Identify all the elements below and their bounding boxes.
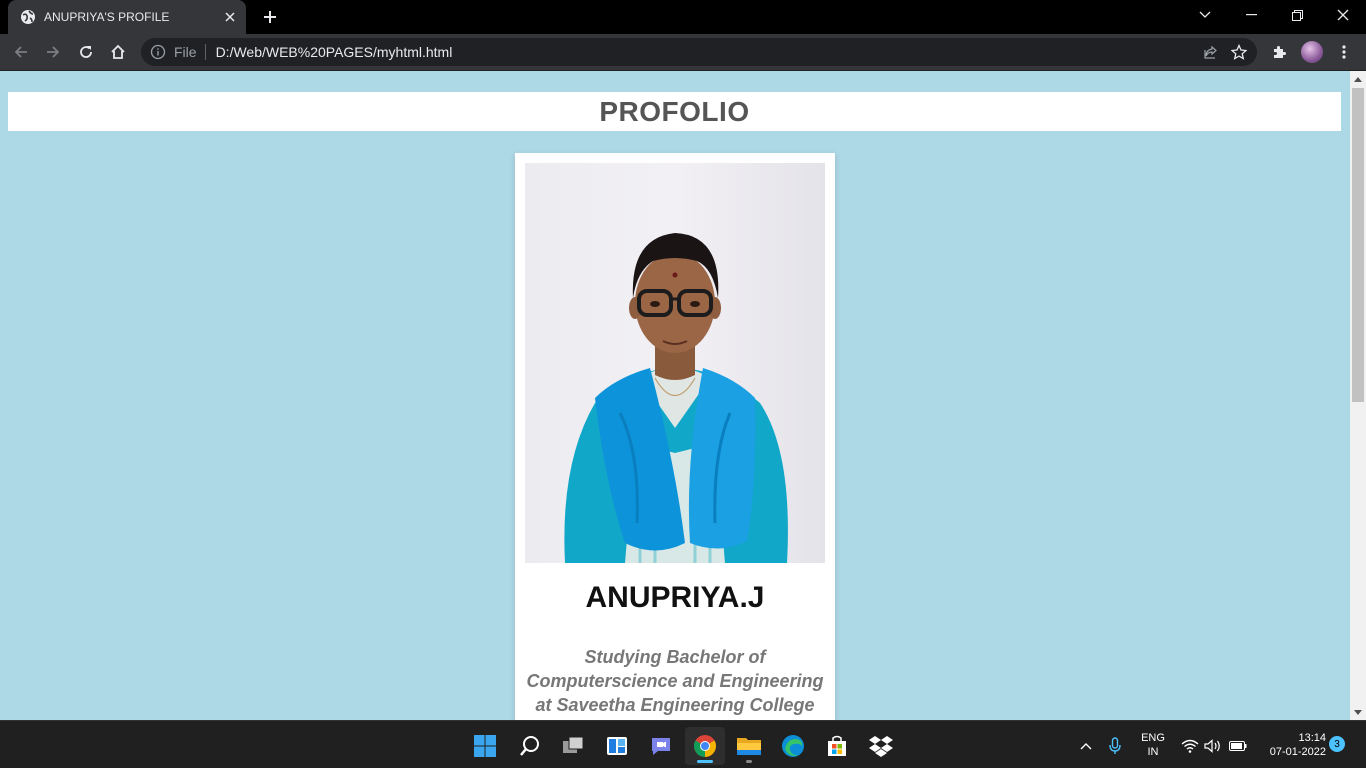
profile-desc-line: at Saveetha Engineering College	[535, 695, 815, 715]
vertical-scrollbar[interactable]	[1350, 71, 1366, 720]
extensions-icon[interactable]	[1265, 38, 1293, 66]
chevron-up-icon[interactable]	[1072, 727, 1100, 765]
profile-desc-line: Studying Bachelor of	[584, 647, 766, 667]
tab-search-icon[interactable]	[1182, 0, 1228, 30]
profile-description: Studying Bachelor of Computerscience and…	[525, 645, 825, 717]
restore-icon[interactable]	[1274, 0, 1320, 30]
chrome-icon[interactable]	[685, 727, 725, 765]
start-icon[interactable]	[465, 727, 505, 765]
region-code: IN	[1147, 746, 1159, 758]
edge-icon[interactable]	[773, 727, 813, 765]
notification-badge[interactable]: 3	[1329, 736, 1345, 752]
back-icon[interactable]	[7, 38, 35, 66]
omnibox-divider	[204, 44, 206, 60]
clock-time: 13:14	[1298, 732, 1326, 744]
browser-toolbar: File D:/Web/WEB%20PAGES/myhtml.html	[0, 34, 1366, 71]
scroll-up-arrow-icon[interactable]	[1350, 71, 1366, 87]
header-banner: PROFOLIO	[8, 92, 1341, 131]
profile-name: ANUPRIYA.J	[585, 581, 765, 614]
battery-icon[interactable]	[1224, 727, 1252, 765]
address-bar[interactable]: File D:/Web/WEB%20PAGES/myhtml.html	[141, 38, 1257, 66]
url-text[interactable]: D:/Web/WEB%20PAGES/myhtml.html	[216, 44, 1197, 60]
scroll-down-arrow-icon[interactable]	[1350, 704, 1366, 720]
profile-card: ANUPRIYA.J Studying Bachelor of Computer…	[515, 153, 835, 720]
page-title: PROFOLIO	[599, 95, 750, 127]
page-viewport: PROFOLIO ANUPRIYA.J Studying Bachelor of…	[0, 71, 1350, 720]
teams-chat-icon[interactable]	[641, 727, 681, 765]
running-app-indicator	[746, 760, 752, 763]
globe-icon	[21, 10, 35, 24]
share-icon[interactable]	[1197, 38, 1225, 66]
profile-photo	[525, 163, 825, 563]
home-icon[interactable]	[104, 38, 132, 66]
minimize-icon[interactable]	[1228, 0, 1274, 30]
windows-taskbar: ENG IN 13:14 07-01-2022	[0, 720, 1366, 768]
language-indicator[interactable]: ENG IN	[1137, 731, 1169, 759]
volume-icon[interactable]	[1199, 727, 1227, 765]
menu-kebab-icon[interactable]	[1330, 38, 1358, 66]
widgets-icon[interactable]	[597, 727, 637, 765]
forward-icon[interactable]	[39, 38, 67, 66]
file-explorer-icon[interactable]	[729, 727, 769, 765]
profile-desc-line: Computerscience and Engineering	[526, 671, 824, 691]
task-view-icon[interactable]	[553, 727, 593, 765]
microphone-icon[interactable]	[1101, 727, 1129, 765]
scrollbar-thumb[interactable]	[1352, 88, 1364, 402]
clock[interactable]: 13:14 07-01-2022	[1258, 731, 1326, 759]
microsoft-store-icon[interactable]	[817, 727, 857, 765]
tab-strip: ANUPRIYA'S PROFILE	[0, 0, 1366, 34]
dropbox-icon[interactable]	[861, 727, 901, 765]
search-icon[interactable]	[510, 727, 550, 765]
info-icon[interactable]	[150, 44, 166, 60]
close-window-icon[interactable]	[1320, 0, 1366, 30]
new-tab-icon[interactable]	[258, 5, 282, 29]
close-tab-icon[interactable]	[218, 5, 242, 29]
reload-icon[interactable]	[72, 38, 100, 66]
active-app-indicator	[697, 760, 713, 763]
bookmark-star-icon[interactable]	[1225, 38, 1253, 66]
language-code: ENG	[1141, 732, 1165, 744]
browser-tab[interactable]: ANUPRIYA'S PROFILE	[8, 0, 246, 34]
profile-avatar[interactable]	[1301, 41, 1323, 63]
scheme-label: File	[174, 44, 197, 60]
tab-title: ANUPRIYA'S PROFILE	[44, 10, 170, 24]
clock-date: 07-01-2022	[1269, 746, 1326, 758]
